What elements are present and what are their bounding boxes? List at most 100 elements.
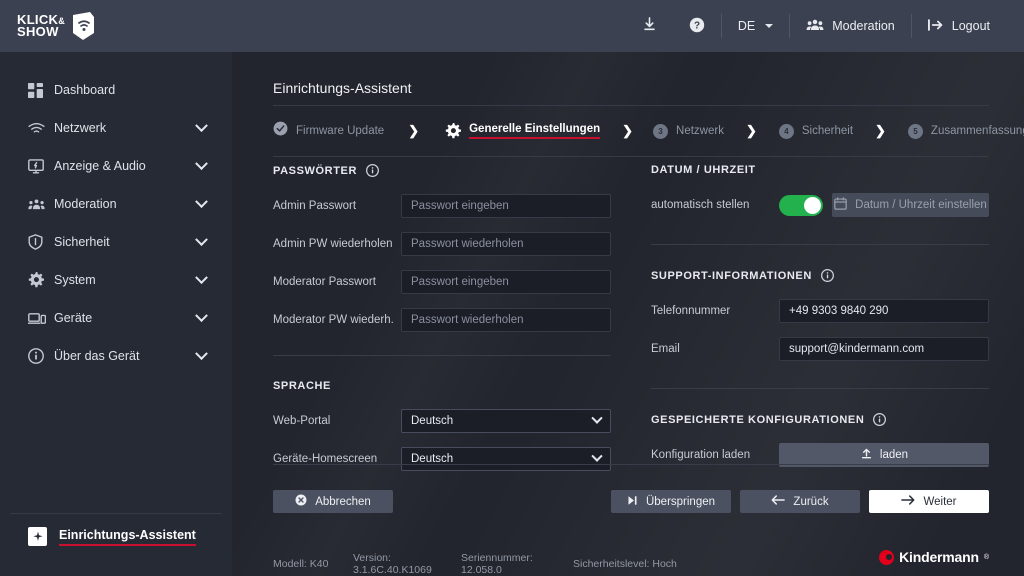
sidebar-item-anzeige-audio[interactable]: Anzeige & Audio [0,149,232,183]
sidebar-item-dashboard[interactable]: Dashboard [0,73,232,107]
section-title: DATUM / UHRZEIT [651,164,756,176]
logo-line2: SHOW [17,26,65,38]
step-firmware-update[interactable]: Firmware Update [273,121,384,141]
chevron-down-icon [591,413,602,424]
app-root: KLICK& SHOW [0,0,1024,576]
set-datetime-button[interactable]: Datum / Uhrzeit einstellen [832,193,989,217]
cancel-label: Abbrechen [315,496,371,508]
next-button[interactable]: Weiter [869,490,989,513]
field-row-moderator-pw-wiederh: Moderator PW wiederh. Passwort wiederhol… [273,305,611,335]
chevron-down-icon[interactable] [195,271,208,284]
chevron-down-icon[interactable] [195,119,208,132]
settings-columns: PASSWÖRTER Admin Passwort Passwort einge… [273,164,989,482]
kindermann-mark-icon [879,550,894,565]
section-sprache: SPRACHE [273,380,611,392]
arrow-right-icon [901,494,915,509]
admin-password-input[interactable]: Passwort eingeben [401,194,611,218]
admin-password-repeat-input[interactable]: Passwort wiederholen [401,232,611,256]
dashboard-icon [28,83,54,98]
upload-icon [860,447,873,463]
section-divider [651,244,989,245]
chevron-down-icon[interactable] [195,233,208,246]
back-button[interactable]: Zurück [740,490,860,513]
step-zusammenfassung[interactable]: 5 Zusammenfassung [908,124,1024,139]
field-label: Admin Passwort [273,200,401,212]
sidebar-bottom-label: Einrichtungs-Assistent [59,528,196,546]
sidebar-item-label: Netzwerk [54,121,197,135]
top-bar: KLICK& SHOW [0,0,1024,52]
field-label: Web-Portal [273,415,401,427]
help-button[interactable]: ? [673,0,721,52]
calendar-icon [834,197,847,213]
column-right: DATUM / UHRZEIT automatisch stellen [651,164,989,482]
moderator-password-input[interactable]: Passwort eingeben [401,270,611,294]
sidebar-item-label: Sicherheit [54,235,197,249]
sidebar-item-label: Dashboard [54,83,216,97]
skip-button[interactable]: Überspringen [611,490,731,513]
info-icon[interactable] [366,164,379,177]
logout-button[interactable]: Logout [912,0,1006,52]
section-title: PASSWÖRTER [273,165,357,177]
sidebar-item-moderation[interactable]: Moderation [0,187,232,221]
section-datum-uhrzeit: DATUM / UHRZEIT [651,164,989,176]
step-number-badge: 5 [908,124,923,139]
field-row-moderator-passwort: Moderator Passwort Passwort eingeben [273,267,611,297]
sidebar-item-netzwerk[interactable]: Netzwerk [0,111,232,145]
moderator-password-repeat-input[interactable]: Passwort wiederholen [401,308,611,332]
field-row-automatisch-stellen: automatisch stellen Datum / Uhrzeit eins… [651,190,989,220]
step-arrow-icon: ❯ [746,123,757,139]
language-selector[interactable]: DE [722,0,789,52]
phone-number-input[interactable]: +49 9303 9840 290 [779,299,989,323]
section-passwoerter: PASSWÖRTER [273,164,611,177]
field-label: Moderator Passwort [273,276,401,288]
gear-icon [28,272,54,288]
arrow-left-icon [771,494,785,509]
chevron-down-icon[interactable] [195,157,208,170]
section-title: SUPPORT-INFORMATIONEN [651,270,812,282]
logout-icon [928,18,944,35]
chevron-down-icon[interactable] [195,195,208,208]
download-button[interactable] [626,0,673,52]
check-circle-icon [273,121,288,141]
back-label: Zurück [793,496,828,508]
step-arrow-icon: ❯ [875,123,886,139]
info-icon[interactable] [873,413,886,426]
load-config-label: laden [880,449,908,461]
brand-logo[interactable]: KLICK& SHOW [0,0,232,52]
email-input[interactable]: support@kindermann.com [779,337,989,361]
download-icon [642,17,657,35]
sidebar-item-ueber-das-geraet[interactable]: Über das Gerät [0,339,232,373]
sidebar-item-einrichtungs-assistent[interactable]: Einrichtungs-Assistent [0,527,232,546]
web-portal-language-select[interactable]: Deutsch [401,409,611,433]
step-number-badge: 4 [779,124,794,139]
moderation-button[interactable]: Moderation [790,0,911,52]
step-arrow-icon: ❯ [408,123,419,139]
logo-amp: & [58,16,65,26]
chevron-down-icon[interactable] [195,347,208,360]
auto-time-toggle[interactable] [779,195,823,216]
step-number-badge: 3 [653,124,668,139]
field-row-telefonnummer: Telefonnummer +49 9303 9840 290 [651,296,989,326]
section-gespeicherte-konfigurationen: GESPEICHERTE KONFIGURATIONEN [651,413,989,426]
skip-forward-icon [627,495,638,509]
sidebar-item-sicherheit[interactable]: Sicherheit [0,225,232,259]
wizard-actions-bar: Abbrechen Überspringen [273,464,989,513]
step-label: Netzwerk [676,125,724,137]
sidebar-nav: Dashboard Netzwerk [0,52,232,373]
section-title: SPRACHE [273,380,331,392]
chevron-down-icon[interactable] [195,309,208,322]
step-sicherheit[interactable]: 4 Sicherheit [779,124,853,139]
skip-label: Überspringen [646,496,715,508]
close-icon [295,494,307,509]
meta-serial: Seriennummer: 12.058.0 [461,552,573,576]
sidebar-item-label: Anzeige & Audio [54,159,197,173]
kindermann-logo: Kindermann ® [879,549,989,565]
step-label: Generelle Einstellungen [469,123,600,139]
info-icon[interactable] [821,269,834,282]
cancel-button[interactable]: Abbrechen [273,490,393,513]
field-label: Email [651,343,779,355]
step-generelle-einstellungen[interactable]: Generelle Einstellungen [445,123,600,139]
step-netzwerk[interactable]: 3 Netzwerk [653,124,724,139]
sidebar-item-geraete[interactable]: Geräte [0,301,232,335]
sidebar-item-system[interactable]: System [0,263,232,297]
